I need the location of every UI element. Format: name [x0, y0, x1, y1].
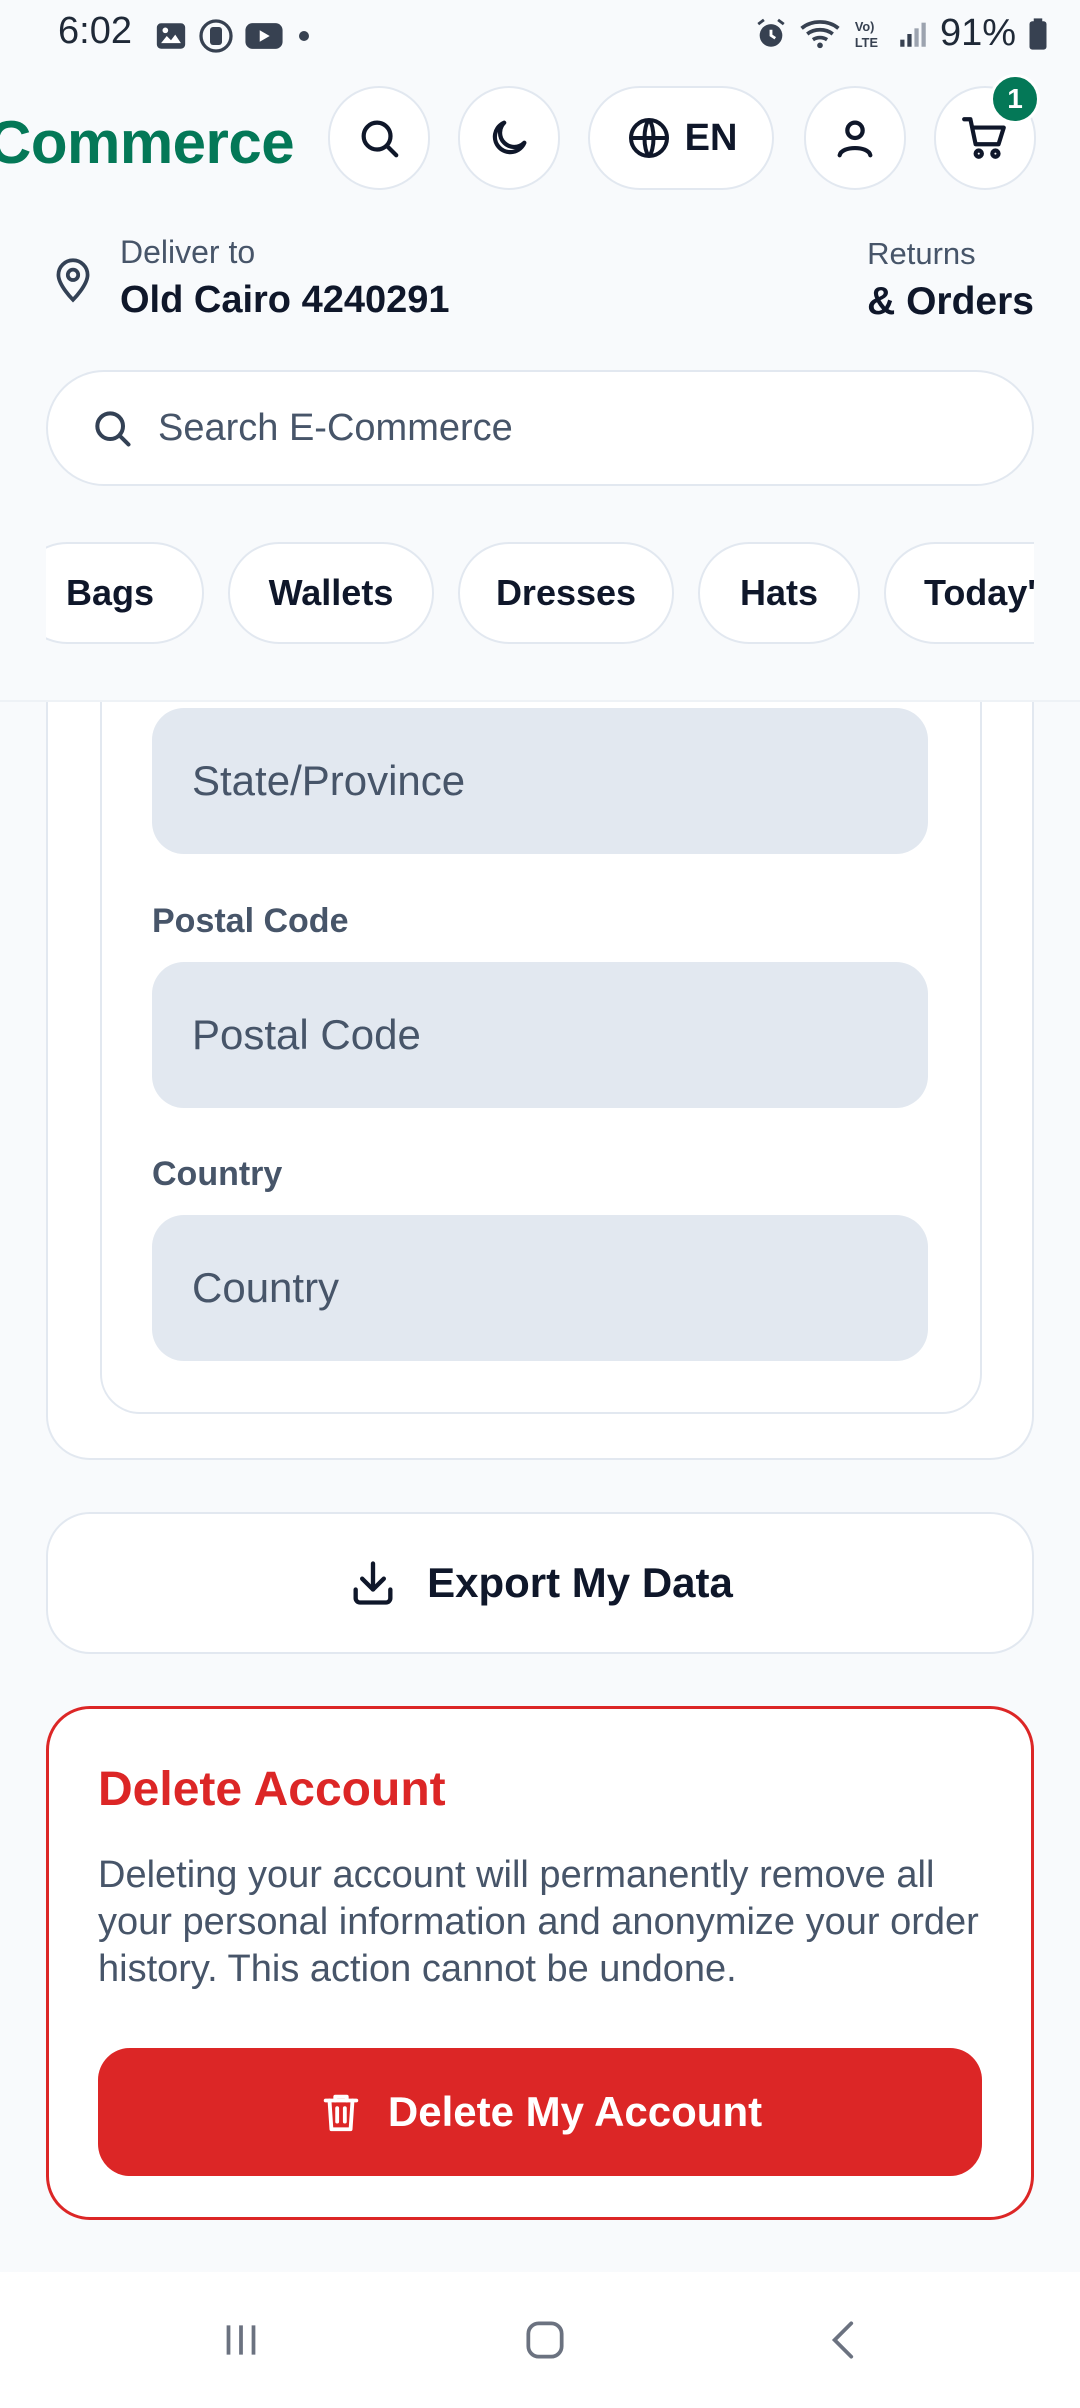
dot-icon [299, 31, 309, 41]
delete-account-description: Deleting your account will permanently r… [98, 1854, 979, 1990]
battery-icon [1029, 17, 1047, 50]
user-icon [837, 120, 873, 158]
svg-text:LTE: LTE [855, 34, 878, 49]
account-button[interactable] [804, 86, 906, 190]
back-icon [831, 2321, 854, 2359]
postal-code-field[interactable]: Postal Code [152, 962, 928, 1108]
app-header: Commerce EN 1 Deliver to Old Cairo 42402… [0, 72, 1080, 702]
category-chip[interactable]: Wallets [228, 542, 434, 644]
cart-button[interactable]: 1 [934, 74, 1040, 190]
volte-icon: Vo)LTE [855, 19, 878, 50]
language-label: EN [684, 116, 738, 159]
signal-icon [900, 22, 926, 47]
search-placeholder: Search E-Commerce [158, 406, 513, 449]
assistant-icon [199, 19, 233, 53]
globe-icon [628, 118, 669, 158]
language-button[interactable]: EN [588, 86, 774, 190]
returns-label: Returns [867, 236, 976, 271]
status-time: 6:02 [58, 10, 132, 52]
category-chip[interactable]: Hats [698, 542, 860, 644]
returns-orders-link[interactable]: Returns & Orders [867, 236, 1034, 324]
orders-label: & Orders [867, 280, 1034, 323]
category-chip[interactable]: Bags [46, 542, 204, 644]
postal-code-label: Postal Code [152, 902, 349, 940]
search-icon [361, 120, 399, 158]
home-icon [526, 2321, 564, 2359]
system-nav-bar [0, 2272, 1080, 2408]
country-placeholder: Country [192, 1264, 340, 1311]
category-chip[interactable]: Dresses [458, 542, 674, 644]
cart-count-badge: 1 [990, 74, 1040, 124]
battery-percent: 91% [939, 12, 1016, 54]
search-icon [95, 411, 131, 447]
export-data-label: Export My Data [427, 1559, 733, 1606]
delete-account-button-label: Delete My Account [387, 2088, 763, 2135]
back-button[interactable] [800, 2302, 890, 2378]
category-chips: Bags Wallets Dresses Hats Today's [46, 542, 1034, 646]
download-icon [353, 1561, 393, 1605]
wifi-icon [800, 19, 840, 48]
country-label: Country [152, 1155, 283, 1193]
deliver-to-location: Old Cairo 4240291 [120, 279, 450, 321]
export-data-button[interactable]: Export My Data [46, 1512, 1034, 1654]
category-chip[interactable]: Today's [884, 542, 1034, 644]
theme-toggle-button[interactable] [458, 86, 560, 190]
postal-code-placeholder: Postal Code [192, 1011, 421, 1058]
state-province-placeholder: State/Province [192, 757, 466, 804]
search-button[interactable] [328, 86, 430, 190]
svg-text:Vo): Vo) [855, 19, 875, 34]
deliver-to-selector[interactable]: Deliver to Old Cairo 4240291 [48, 234, 450, 322]
system-icons: Vo) LTE 91% [754, 12, 1050, 55]
home-button[interactable] [500, 2302, 590, 2378]
location-pin-icon [56, 258, 90, 303]
header-divider [0, 700, 1080, 702]
search-bar[interactable]: Search E-Commerce [46, 370, 1034, 486]
image-icon [156, 23, 186, 49]
brand-logo[interactable]: Commerce [0, 108, 295, 177]
status-bar: 6:02 Vo) LTE 91% [0, 0, 1080, 72]
youtube-icon [245, 23, 283, 49]
country-field[interactable]: Country [152, 1215, 928, 1361]
delete-account-title: Delete Account [98, 1763, 446, 1816]
delete-account-button[interactable]: Delete My Account [98, 2048, 982, 2176]
state-province-field[interactable]: State/Province [152, 708, 928, 854]
recents-icon [226, 2325, 256, 2355]
alarm-icon [757, 18, 785, 47]
recents-button[interactable] [196, 2302, 286, 2378]
notification-icons [154, 18, 314, 54]
trash-icon [323, 2094, 359, 2132]
moon-icon [492, 120, 527, 155]
deliver-to-label: Deliver to [120, 234, 256, 270]
